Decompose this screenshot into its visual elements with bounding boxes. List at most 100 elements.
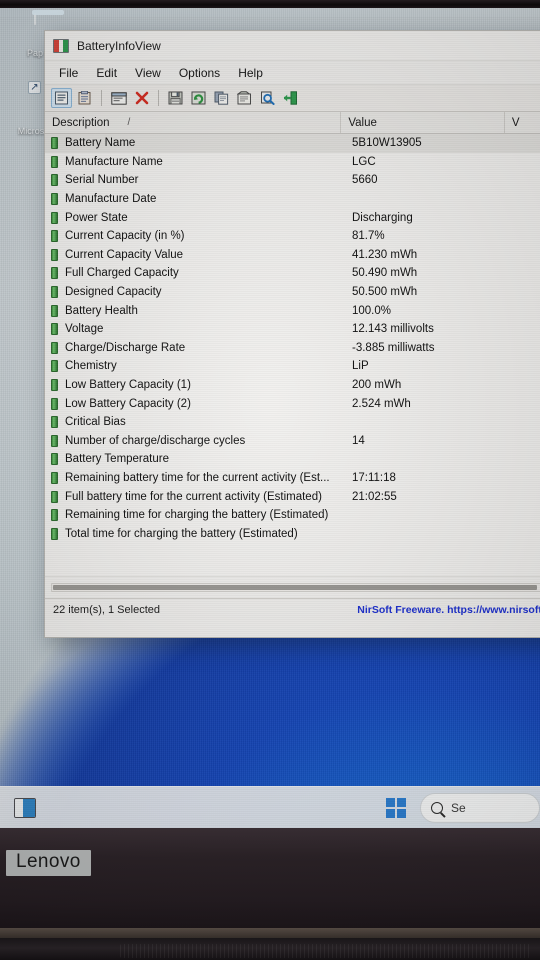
column-header-label: Value: [348, 116, 377, 129]
row-description-text: Full battery time for the current activi…: [65, 490, 322, 503]
menu-item-options[interactable]: Options: [171, 64, 228, 82]
table-row[interactable]: Total time for charging the battery (Est…: [45, 524, 540, 543]
table-row[interactable]: Remaining battery time for the current a…: [45, 469, 540, 488]
row-description-cell: Remaining time for charging the battery …: [45, 509, 345, 522]
laptop-keyboard-deck: [0, 938, 540, 960]
column-header-description[interactable]: Description /: [45, 112, 340, 133]
status-nirsoft-link[interactable]: NirSoft Freeware. https://www.nirsoft.ne: [357, 604, 540, 616]
laptop-bottom-bezel: Lenovo: [0, 828, 540, 960]
window-titlebar[interactable]: BatteryInfoView: [45, 31, 540, 61]
batteryinfoview-window[interactable]: BatteryInfoView File Edit View Options H…: [44, 30, 540, 638]
row-description-cell: Low Battery Capacity (2): [45, 397, 345, 410]
find-icon[interactable]: [257, 88, 278, 108]
table-row[interactable]: Current Capacity Value 41.230 mWh: [45, 246, 540, 265]
list-column-headers[interactable]: Description / Value V: [45, 112, 540, 134]
row-description-cell: Designed Capacity: [45, 286, 345, 299]
table-row[interactable]: Battery Health 100.0%: [45, 301, 540, 320]
exit-door-icon[interactable]: [280, 88, 301, 108]
html-report-icon[interactable]: [234, 88, 255, 108]
battery-row-icon: [51, 490, 58, 503]
table-row[interactable]: Charge/Discharge Rate -3.885 milliwatts: [45, 339, 540, 358]
row-description-text: Full Charged Capacity: [65, 267, 179, 280]
menu-item-edit[interactable]: Edit: [88, 64, 125, 82]
row-value-cell: LGC: [352, 155, 376, 168]
row-value-cell: 41.230 mWh: [352, 248, 418, 261]
row-description-text: Power State: [65, 211, 128, 224]
battery-row-icon: [51, 453, 58, 466]
row-description-cell: Battery Name: [45, 137, 345, 150]
red-x-icon[interactable]: [131, 88, 152, 108]
table-row[interactable]: Manufacture Date: [45, 190, 540, 209]
row-value-cell: 100.0%: [352, 304, 392, 317]
row-description-text: Low Battery Capacity (2): [65, 397, 191, 410]
window-controls[interactable]: [533, 31, 540, 60]
laptop-photo: Pap ↗ Micros BatteryInfoView File Edit V…: [0, 0, 540, 960]
battery-row-icon: [51, 341, 58, 354]
row-description-text: Serial Number: [65, 174, 139, 187]
table-row[interactable]: Critical Bias: [45, 413, 540, 432]
battery-row-icon: [51, 267, 58, 280]
column-header-label: Description: [52, 116, 110, 129]
floppy-disk-icon[interactable]: [165, 88, 186, 108]
menu-item-help[interactable]: Help: [230, 64, 271, 82]
table-row[interactable]: Low Battery Capacity (1) 200 mWh: [45, 376, 540, 395]
windows-start-icon[interactable]: [386, 797, 406, 818]
table-row[interactable]: Serial Number 5660: [45, 171, 540, 190]
taskbar-left-group[interactable]: [0, 797, 36, 818]
battery-row-icon: [51, 286, 58, 299]
table-row[interactable]: Voltage 12.143 millivolts: [45, 320, 540, 339]
row-description-text: Voltage: [65, 323, 104, 336]
table-row[interactable]: Power State Discharging: [45, 208, 540, 227]
laptop-hinge: [0, 928, 540, 938]
table-row[interactable]: Battery Temperature: [45, 450, 540, 469]
row-description-cell: Full Charged Capacity: [45, 267, 345, 280]
taskbar-search-box[interactable]: Se: [420, 792, 540, 823]
row-value-cell: 17:11:18: [352, 471, 396, 484]
table-row[interactable]: Remaining time for charging the battery …: [45, 506, 540, 525]
scrollbar-track[interactable]: [51, 583, 540, 592]
table-row[interactable]: Number of charge/discharge cycles 14: [45, 432, 540, 451]
row-value-cell: 2.524 mWh: [352, 397, 411, 410]
battery-info-list[interactable]: Battery Name 5B10W13905 Manufacture Name LG…: [45, 134, 540, 576]
table-row[interactable]: Manufacture Name LGC: [45, 153, 540, 172]
menu-item-view[interactable]: View: [127, 64, 169, 82]
row-value-cell: -3.885 milliwatts: [352, 341, 435, 354]
taskbar-right-group[interactable]: Se: [386, 792, 540, 823]
table-row[interactable]: Full Charged Capacity 50.490 mWh: [45, 264, 540, 283]
battery-row-icon: [51, 230, 58, 243]
horizontal-scrollbar[interactable]: [45, 576, 540, 598]
battery-row-icon: [51, 416, 58, 429]
row-description-cell: Chemistry: [45, 360, 345, 373]
search-icon: [431, 801, 443, 814]
window-icon[interactable]: [108, 88, 129, 108]
table-row[interactable]: Full battery time for the current activi…: [45, 487, 540, 506]
copy-pages-icon[interactable]: [211, 88, 232, 108]
battery-row-icon: [51, 137, 58, 150]
battery-icon: [53, 38, 69, 53]
scrollbar-thumb[interactable]: [53, 585, 537, 590]
row-description-cell: Charge/Discharge Rate: [45, 341, 345, 354]
row-value-cell: 14: [352, 434, 365, 447]
table-row[interactable]: Current Capacity (in %) 81.7%: [45, 227, 540, 246]
column-header-third[interactable]: V: [503, 112, 540, 133]
menu-item-file[interactable]: File: [51, 64, 86, 82]
battery-row-icon: [51, 379, 58, 392]
column-header-value[interactable]: Value: [340, 112, 503, 133]
minimize-button[interactable]: [533, 31, 540, 60]
properties-icon[interactable]: [51, 88, 72, 108]
widgets-icon[interactable]: [14, 797, 36, 818]
row-description-text: Battery Name: [65, 137, 136, 150]
windows-taskbar[interactable]: Se: [0, 786, 540, 828]
row-description-text: Manufacture Date: [65, 193, 157, 206]
window-title: BatteryInfoView: [77, 38, 161, 53]
toolbar[interactable]: [45, 85, 540, 112]
refresh-icon[interactable]: [188, 88, 209, 108]
table-row[interactable]: Battery Name 5B10W13905: [45, 134, 540, 153]
table-row[interactable]: Chemistry LiP: [45, 357, 540, 376]
row-value-cell: 5B10W13905: [352, 137, 422, 150]
row-value-cell: 12.143 millivolts: [352, 323, 434, 336]
menu-bar[interactable]: File Edit View Options Help: [45, 61, 540, 85]
table-row[interactable]: Designed Capacity 50.500 mWh: [45, 283, 540, 302]
table-row[interactable]: Low Battery Capacity (2) 2.524 mWh: [45, 394, 540, 413]
clipboard-icon[interactable]: [74, 88, 95, 108]
